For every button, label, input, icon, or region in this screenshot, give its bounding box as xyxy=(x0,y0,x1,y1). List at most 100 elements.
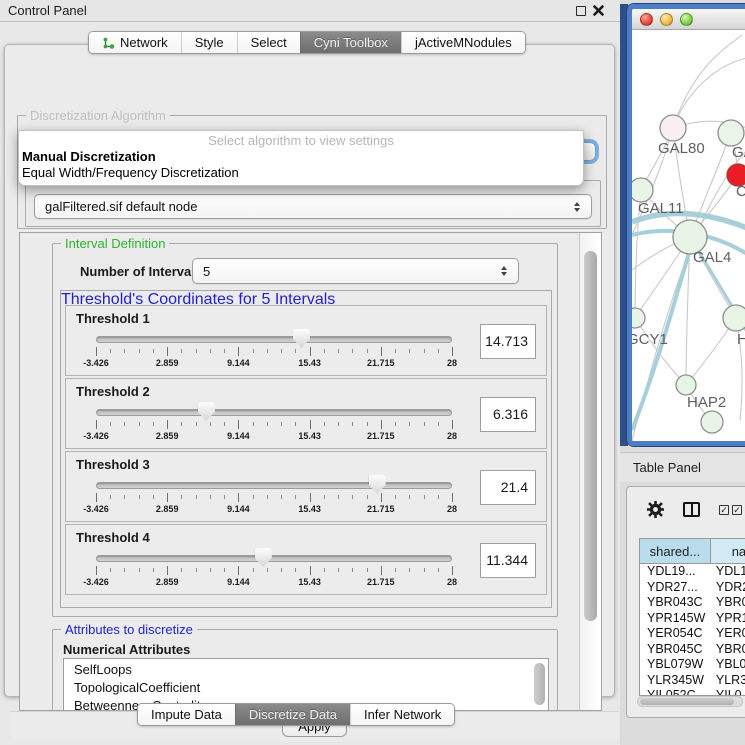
table-row[interactable]: YIL052CYIL0 xyxy=(640,688,745,695)
table-panel-body: ✓ ✓ shared...na YDL19...YDL1YDR27...YDR2… xyxy=(626,486,745,718)
table-cell[interactable]: YPR145W xyxy=(640,611,711,627)
float-window-icon[interactable] xyxy=(576,6,586,16)
checkbox-icon: ✓ xyxy=(719,505,729,515)
cyni-toolbox-panel: Discretization Algorithm Table Data galF… xyxy=(4,44,615,697)
table-cell[interactable]: YIL0 xyxy=(711,688,745,695)
attribute-list-item[interactable]: TopologicalCoefficient xyxy=(64,679,548,697)
tick-mark xyxy=(181,422,182,426)
network-node[interactable] xyxy=(718,120,744,146)
network-edge xyxy=(673,35,742,128)
table-toolbar: ✓ ✓ xyxy=(627,487,745,532)
tab-cyni-toolbox[interactable]: Cyni Toolbox xyxy=(300,32,401,53)
table-cell[interactable]: YBL079W xyxy=(640,657,711,673)
slider-track[interactable] xyxy=(96,409,452,416)
network-node[interactable] xyxy=(723,305,745,331)
table-cell[interactable]: YLR3 xyxy=(711,673,745,689)
slider-track[interactable] xyxy=(96,336,452,343)
list-scrollbar-thumb[interactable] xyxy=(534,663,545,705)
threshold-value-field[interactable]: 21.4 xyxy=(480,470,536,505)
slider-thumb[interactable] xyxy=(255,548,272,567)
slider-thumb[interactable] xyxy=(198,402,215,421)
table-row[interactable]: YDR27...YDR2 xyxy=(640,580,745,596)
network-node[interactable] xyxy=(701,411,723,433)
table-cell[interactable]: YDL1 xyxy=(711,564,745,580)
network-edge xyxy=(673,58,745,128)
tick-mark xyxy=(409,349,410,353)
settings-gear-icon[interactable] xyxy=(647,501,664,518)
network-node[interactable] xyxy=(676,375,696,395)
tab-impute-data[interactable]: Impute Data xyxy=(138,704,235,725)
tick-mark xyxy=(267,349,268,353)
tab-style[interactable]: Style xyxy=(181,32,237,53)
slider-thumb[interactable] xyxy=(293,329,310,348)
tab-infer-network[interactable]: Infer Network xyxy=(350,704,454,725)
table-cell[interactable]: YER054C xyxy=(640,626,711,642)
network-canvas[interactable]: GAL80GACGAL11GAL4GCY1HHAP2 xyxy=(632,30,745,441)
tab-label: Style xyxy=(195,35,224,50)
table-row[interactable]: YBL079WYBL0 xyxy=(640,657,745,673)
network-node[interactable] xyxy=(632,178,653,202)
close-traffic-light-icon[interactable] xyxy=(640,13,653,26)
table-data-combobox[interactable]: galFiltered.sif default node xyxy=(34,194,592,219)
node-label: GCY1 xyxy=(632,331,668,348)
table-row[interactable]: YPR145WYPR1 xyxy=(640,611,745,627)
minimize-traffic-light-icon[interactable] xyxy=(660,13,673,26)
table-cell[interactable]: YDR2 xyxy=(711,580,745,596)
horizontal-scrollbar-track[interactable] xyxy=(637,696,743,707)
threshold-value-field[interactable]: 14.713 xyxy=(480,324,536,359)
column-checkboxes-icon[interactable]: ✓ ✓ xyxy=(719,505,742,515)
column-header[interactable]: shared... xyxy=(640,539,711,563)
slider-track[interactable] xyxy=(96,555,452,562)
network-node[interactable] xyxy=(632,308,645,328)
vertical-scrollbar-thumb[interactable] xyxy=(584,251,597,621)
group-title: Discretization Algorithm xyxy=(26,108,170,123)
table-cell[interactable]: YBL0 xyxy=(711,657,745,673)
table-cell[interactable]: YLR345W xyxy=(640,673,711,689)
table-row[interactable]: YLR345WYLR3 xyxy=(640,673,745,689)
table-row[interactable]: YBR045CYBR0 xyxy=(640,642,745,658)
tab-discretize-data[interactable]: Discretize Data xyxy=(235,704,350,725)
close-icon[interactable] xyxy=(593,5,604,16)
tick-mark xyxy=(324,422,325,426)
tab-network[interactable]: Network xyxy=(89,32,181,53)
zoom-traffic-light-icon[interactable] xyxy=(680,13,693,26)
table-cell[interactable]: YBR045C xyxy=(640,642,711,658)
algorithm-option[interactable]: Equal Width/Frequency Discretization xyxy=(19,165,583,181)
tick-mark xyxy=(238,420,239,429)
column-header[interactable]: na xyxy=(711,539,745,563)
tick-mark xyxy=(167,347,168,356)
table-row[interactable]: YBR043CYBR0 xyxy=(640,595,745,611)
tick-label: 15.43 xyxy=(298,577,321,587)
algorithm-option[interactable]: Manual Discretization xyxy=(19,149,583,165)
vertical-scrollbar-track[interactable] xyxy=(579,233,601,710)
tick-mark xyxy=(167,566,168,575)
tick-label: -3.426 xyxy=(83,577,109,587)
table-cell[interactable]: YDR27... xyxy=(640,580,711,596)
table-cell[interactable]: YPR1 xyxy=(711,611,745,627)
attribute-list-item[interactable]: SelfLoops xyxy=(64,661,548,679)
split-columns-icon[interactable] xyxy=(683,502,700,517)
threshold-value-field[interactable]: 11.344 xyxy=(480,543,536,578)
table-cell[interactable]: YER0 xyxy=(711,626,745,642)
table-cell[interactable]: YBR0 xyxy=(711,642,745,658)
tick-mark xyxy=(267,422,268,426)
table-cell[interactable]: YDL19... xyxy=(640,564,711,580)
table-cell[interactable]: YIL052C xyxy=(640,688,711,695)
tick-mark xyxy=(238,347,239,356)
slider-track[interactable] xyxy=(96,482,452,489)
tick-mark xyxy=(253,422,254,426)
table-cell[interactable]: YBR0 xyxy=(711,595,745,611)
number-of-intervals-combobox[interactable]: 5 xyxy=(192,258,519,284)
horizontal-scrollbar-thumb[interactable] xyxy=(640,698,734,705)
tick-label: -3.426 xyxy=(83,358,109,368)
table-cell[interactable]: YBR043C xyxy=(640,595,711,611)
tab-jactivemnodules[interactable]: jActiveMNodules xyxy=(401,32,525,53)
network-node[interactable] xyxy=(660,115,686,141)
slider-thumb[interactable] xyxy=(369,475,386,494)
tick-mark xyxy=(210,495,211,499)
threshold-value-field[interactable]: 6.316 xyxy=(480,397,536,432)
tab-select[interactable]: Select xyxy=(237,32,300,53)
table-row[interactable]: YER054CYER0 xyxy=(640,626,745,642)
table-rows: YDL19...YDL1YDR27...YDR2YBR043CYBR0YPR14… xyxy=(640,564,745,695)
table-row[interactable]: YDL19...YDL1 xyxy=(640,564,745,580)
